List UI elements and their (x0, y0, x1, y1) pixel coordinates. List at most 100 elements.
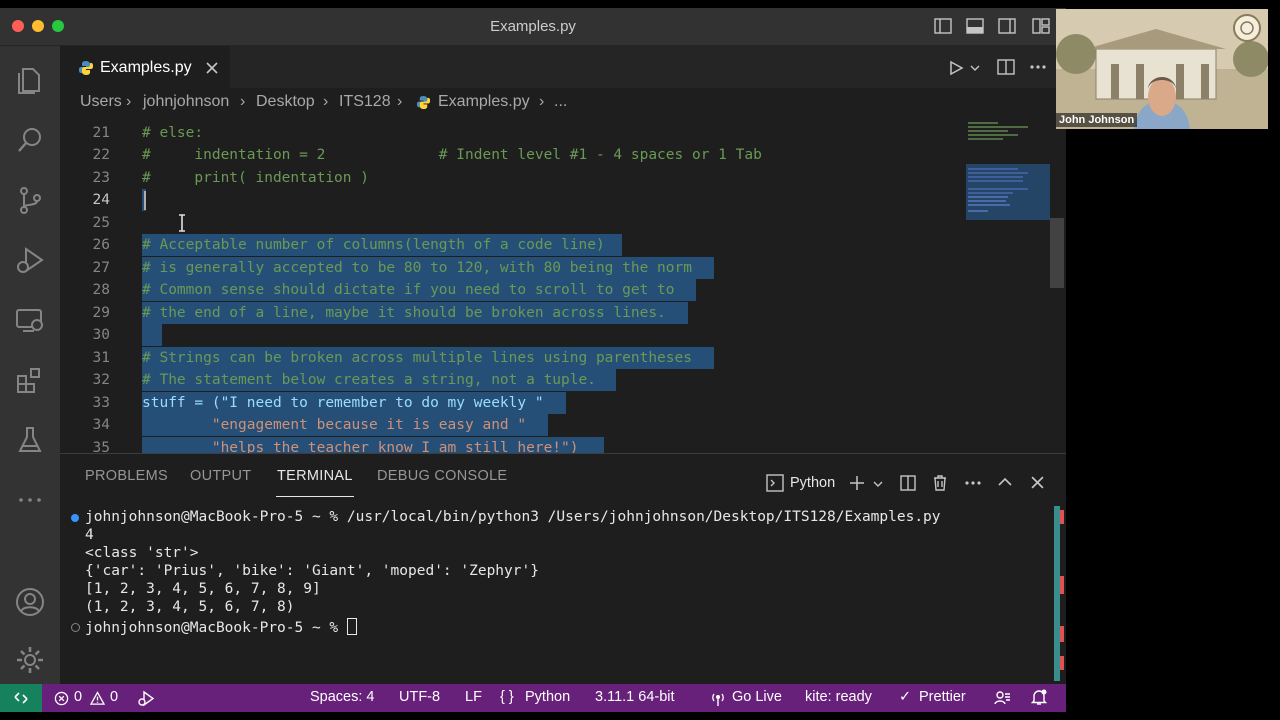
testing-icon[interactable] (14, 424, 46, 456)
toggle-panel-icon[interactable] (966, 18, 984, 34)
code-text: "helps the teacher know I am still here!… (142, 440, 579, 453)
remote-icon (14, 692, 28, 704)
python-file-icon (416, 95, 431, 110)
breadcrumb-its128[interactable]: ITS128 (339, 93, 391, 111)
eol-setting[interactable]: LF (465, 689, 482, 705)
explorer-icon[interactable] (14, 64, 46, 96)
code-line: 22 # indentation = 2 # Indent level #1 -… (60, 144, 966, 166)
close-panel-icon[interactable] (1031, 476, 1044, 489)
customize-layout-icon[interactable] (1032, 18, 1050, 34)
code-line: 25 (60, 212, 966, 234)
chevron-right-icon: › (240, 93, 246, 110)
new-terminal-icon[interactable] (849, 475, 865, 491)
minimap[interactable] (966, 118, 1050, 453)
code-line: 21 # else: (60, 122, 966, 144)
chevron-down-icon[interactable] (970, 64, 980, 72)
title-bar: Examples.py (0, 8, 1066, 46)
toggle-secondary-sidebar-icon[interactable] (998, 18, 1016, 34)
command-idle-dot (71, 623, 80, 632)
language-mode[interactable]: Python (525, 689, 570, 705)
command-success-dot[interactable] (71, 514, 79, 522)
chevron-right-icon: › (323, 93, 329, 110)
tab-debug-console[interactable]: DEBUG CONSOLE (377, 468, 507, 484)
more-actions-icon[interactable] (965, 481, 981, 485)
kite-status[interactable]: kite: ready (805, 689, 872, 705)
extensions-icon[interactable] (14, 364, 46, 396)
code-line: 31 # Strings can be broken across multip… (60, 347, 966, 369)
error-count[interactable]: 0 (74, 689, 82, 705)
split-editor-icon[interactable] (997, 59, 1015, 75)
line-number: 32 (92, 372, 110, 388)
code-editor[interactable]: 21 # else: 22 # indentation = 2 # Indent… (60, 118, 1066, 453)
error-icon[interactable] (54, 691, 69, 706)
tab-output[interactable]: OUTPUT (190, 468, 251, 484)
vertical-scrollbar[interactable] (1050, 218, 1064, 288)
line-number: 31 (92, 350, 110, 366)
tab-problems[interactable]: PROBLEMS (85, 468, 168, 484)
encoding-setting[interactable]: UTF-8 (399, 689, 440, 705)
code-text: # is generally accepted to be 80 to 120,… (142, 260, 692, 276)
notifications-bell-icon[interactable] (1031, 689, 1047, 706)
line-number: 28 (92, 282, 110, 298)
prettier-status[interactable]: Prettier (919, 689, 966, 705)
tab-examples-py[interactable]: Examples.py (60, 46, 230, 89)
participant-name: John Johnson (1056, 113, 1138, 127)
chevron-down-icon[interactable] (873, 480, 883, 488)
python-interpreter[interactable]: 3.11.1 64-bit (595, 689, 675, 705)
code-text: # else: (142, 125, 204, 141)
broadcast-icon (712, 693, 724, 706)
code-line: 26 # Acceptable number of columns(length… (60, 234, 966, 256)
remote-indicator[interactable] (0, 684, 42, 712)
chevron-right-icon: › (126, 93, 132, 110)
line-number: 27 (92, 260, 110, 276)
maximize-panel-icon[interactable] (998, 476, 1012, 488)
vscode-window: Examples.py Examples.py Users › johnjohn… (0, 8, 1066, 712)
terminal-line: <class 'str'> (85, 545, 199, 561)
remote-explorer-icon[interactable] (14, 304, 46, 336)
code-line: 33 stuff = ("I need to remember to do my… (60, 392, 966, 414)
run-debug-icon[interactable] (14, 244, 46, 276)
feedback-icon[interactable] (994, 690, 1011, 706)
indentation-setting[interactable]: Spaces: 4 (310, 689, 375, 705)
terminal-shell-label[interactable]: Python (790, 475, 835, 491)
accounts-icon[interactable] (14, 586, 46, 618)
trash-icon[interactable] (932, 474, 948, 491)
webcam-video-image (1056, 9, 1268, 129)
breadcrumb: Users › johnjohnson › Desktop › ITS128 ›… (60, 88, 1066, 118)
code-text: # Acceptable number of columns(length of… (142, 237, 605, 253)
more-icon[interactable] (14, 484, 46, 516)
search-icon[interactable] (14, 124, 46, 156)
chevron-right-icon: › (539, 93, 545, 110)
webcam-overlay: John Johnson (1056, 9, 1268, 129)
code-line: 27 # is generally accepted to be 80 to 1… (60, 257, 966, 279)
debug-launch-icon[interactable] (137, 690, 155, 707)
settings-gear-icon[interactable] (14, 644, 46, 676)
window-title: Examples.py (490, 18, 576, 35)
code-line: 35 "helps the teacher know I am still he… (60, 437, 966, 453)
line-number: 35 (92, 440, 110, 453)
code-text: # the end of a line, maybe it should be … (142, 305, 666, 321)
close-tab-icon[interactable] (206, 62, 218, 74)
python-file-icon (79, 61, 93, 75)
code-line: 32 # The statement below creates a strin… (60, 369, 966, 391)
breadcrumb-symbol[interactable]: ... (554, 93, 567, 111)
source-control-icon[interactable] (14, 184, 46, 216)
ibeam-cursor-icon (179, 214, 185, 232)
breadcrumb-users[interactable]: Users (80, 93, 122, 111)
toggle-sidebar-icon[interactable] (934, 18, 952, 34)
code-text: # The statement below creates a string, … (142, 372, 596, 388)
run-python-file-icon[interactable] (948, 60, 964, 76)
warning-count[interactable]: 0 (110, 689, 118, 705)
split-terminal-icon[interactable] (900, 475, 916, 491)
terminal-prompt-line: johnjohnson@MacBook-Pro-5 ~ % (71, 618, 357, 636)
breadcrumb-file[interactable]: Examples.py (438, 93, 530, 111)
tab-terminal[interactable]: TERMINAL (277, 468, 353, 484)
more-actions-icon[interactable] (1030, 65, 1046, 69)
line-number: 34 (92, 417, 110, 433)
bottom-panel: PROBLEMS OUTPUT TERMINAL DEBUG CONSOLE P… (60, 453, 1066, 685)
terminal-icon (766, 474, 784, 492)
go-live-button[interactable]: Go Live (732, 689, 782, 705)
breadcrumb-desktop[interactable]: Desktop (256, 93, 315, 111)
breadcrumb-johnjohnson[interactable]: johnjohnson (143, 93, 229, 111)
warning-icon[interactable] (90, 691, 105, 706)
